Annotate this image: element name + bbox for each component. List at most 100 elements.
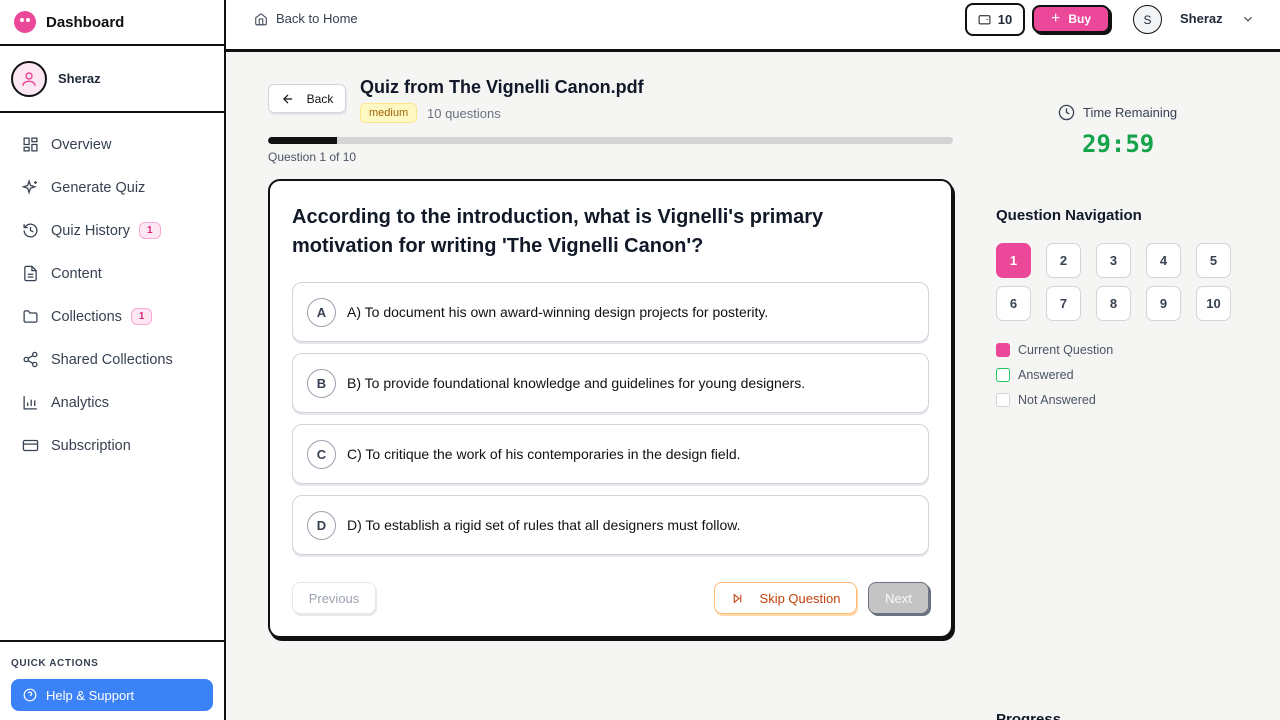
difficulty-badge: medium xyxy=(360,103,418,123)
folder-icon xyxy=(23,310,38,323)
legend-current: Current Question xyxy=(996,337,1113,362)
time-remaining-label: Time Remaining xyxy=(1058,104,1177,121)
sidebar-item-subscription[interactable]: Subscription xyxy=(0,424,224,467)
back-to-home-label: Back to Home xyxy=(276,11,358,26)
option-letter: B xyxy=(307,368,336,398)
help-support-button[interactable]: Help & Support xyxy=(11,679,213,711)
count-badge: 1 xyxy=(138,222,161,239)
sidebar-item-collections[interactable]: Collections 1 xyxy=(0,295,224,338)
question-nav-button-6[interactable]: 6 xyxy=(996,286,1031,321)
sidebar-item-generate-quiz[interactable]: Generate Quiz xyxy=(0,166,224,209)
sidebar-username: Sheraz xyxy=(58,71,101,86)
arrow-left-icon xyxy=(282,94,292,103)
back-label: Back xyxy=(306,91,334,106)
not-answered-swatch xyxy=(996,392,1010,407)
topbar: Back to Home 10 + Buy S Sheraz xyxy=(226,0,1280,52)
quiz-progress-fill xyxy=(268,137,337,144)
option-letter: D xyxy=(307,510,336,540)
credits-button[interactable]: 10 xyxy=(965,3,1025,36)
question-nav-button-5[interactable]: 5 xyxy=(1196,243,1231,278)
question-nav-button-1[interactable]: 1 xyxy=(996,243,1031,278)
sidebar-item-overview[interactable]: Overview xyxy=(0,123,224,166)
sidebar-item-label: Subscription xyxy=(51,437,131,454)
brand[interactable]: Dashboard xyxy=(0,0,224,46)
brand-title: Dashboard xyxy=(46,13,125,31)
buy-label: Buy xyxy=(1068,12,1091,26)
sidebar-item-label: Analytics xyxy=(51,394,110,411)
next-button[interactable]: Next xyxy=(868,582,929,614)
sidebar-item-analytics[interactable]: Analytics xyxy=(0,381,224,424)
document-icon xyxy=(24,265,37,282)
option-text: D) To establish a rigid set of rules tha… xyxy=(347,517,741,533)
sidebar-item-quiz-history[interactable]: Quiz History 1 xyxy=(0,209,224,252)
question-nav-button-7[interactable]: 7 xyxy=(1046,286,1081,321)
count-badge: 1 xyxy=(130,308,153,325)
back-to-home-link[interactable]: Back to Home xyxy=(254,11,358,26)
quiz-progress-bar xyxy=(268,137,953,144)
skip-label: Skip Question xyxy=(759,590,841,606)
option-letter: A xyxy=(307,297,336,327)
top-username[interactable]: Sheraz xyxy=(1180,11,1223,26)
sidebar-item-label: Shared Collections xyxy=(51,351,173,368)
sidebar-item-label: Content xyxy=(51,265,102,282)
logo-icon xyxy=(14,11,36,33)
question-nav-button-2[interactable]: 2 xyxy=(1046,243,1081,278)
legend-answered: Answered xyxy=(996,362,1113,387)
question-nav-button-9[interactable]: 9 xyxy=(1146,286,1181,321)
answer-option-b[interactable]: B B) To provide foundational knowledge a… xyxy=(292,353,929,413)
option-text: B) To provide foundational knowledge and… xyxy=(347,375,806,391)
legend-label: Not Answered xyxy=(1018,392,1096,407)
answer-option-d[interactable]: D D) To establish a rigid set of rules t… xyxy=(292,495,929,555)
chevron-down-icon[interactable] xyxy=(1241,12,1255,26)
question-nav-button-3[interactable]: 3 xyxy=(1096,243,1131,278)
question-navigation-title: Question Navigation xyxy=(996,207,1142,224)
help-circle-icon xyxy=(23,688,37,702)
sidebar-user[interactable]: Sheraz xyxy=(0,46,224,113)
page-title: Quiz from The Vignelli Canon.pdf xyxy=(360,77,644,97)
option-text: A) To document his own award-winning des… xyxy=(347,304,769,320)
avatar[interactable]: S xyxy=(1133,5,1162,34)
question-navigation-grid: 1 2 3 4 5 6 7 8 9 10 xyxy=(996,243,1236,321)
quick-actions-label: QUICK ACTIONS xyxy=(11,658,99,669)
sidebar-nav: Overview Generate Quiz Quiz History 1 Co… xyxy=(0,113,224,467)
home-icon xyxy=(255,12,267,25)
sidebar-item-label: Collections xyxy=(51,308,122,325)
question-text: According to the introduction, what is V… xyxy=(292,206,824,257)
answer-option-c[interactable]: C C) To critique the work of his contemp… xyxy=(292,424,929,484)
sidebar-item-label: Quiz History xyxy=(51,222,130,239)
sidebar-item-content[interactable]: Content xyxy=(0,252,224,295)
question-card: According to the introduction, what is V… xyxy=(268,179,953,638)
option-text: C) To critique the work of his contempor… xyxy=(347,446,741,462)
skip-forward-icon xyxy=(733,593,741,603)
sidebar-item-shared-collections[interactable]: Shared Collections xyxy=(0,338,224,381)
wallet-icon xyxy=(978,15,991,25)
skip-question-button[interactable]: Skip Question xyxy=(714,582,857,614)
share-icon xyxy=(23,351,38,368)
option-letter: C xyxy=(307,439,336,469)
answered-swatch xyxy=(996,367,1010,382)
legend-not-answered: Not Answered xyxy=(996,387,1113,412)
quick-actions: QUICK ACTIONS Help & Support xyxy=(0,640,224,720)
buy-button[interactable]: + Buy xyxy=(1032,5,1110,33)
answer-option-a[interactable]: A A) To document his own award-winning d… xyxy=(292,282,929,342)
current-swatch xyxy=(996,342,1010,357)
countdown-timer: 29:59 xyxy=(1082,130,1155,158)
sidebar-item-label: Generate Quiz xyxy=(51,179,146,196)
question-nav-button-4[interactable]: 4 xyxy=(1146,243,1181,278)
help-support-label: Help & Support xyxy=(46,687,135,703)
question-nav-button-10[interactable]: 10 xyxy=(1196,286,1231,321)
sparkles-icon xyxy=(22,179,37,195)
question-position: Question 1 of 10 xyxy=(268,150,357,164)
sidebar: Dashboard Sheraz Overview Generate Quiz … xyxy=(0,0,226,720)
grid-icon xyxy=(23,137,38,152)
plus-icon: + xyxy=(1050,10,1061,27)
question-nav-button-8[interactable]: 8 xyxy=(1096,286,1131,321)
credits-count: 10 xyxy=(997,12,1013,27)
clock-icon xyxy=(1058,104,1075,121)
user-avatar-icon xyxy=(11,60,47,97)
previous-button[interactable]: Previous xyxy=(292,582,376,614)
bar-chart-icon xyxy=(23,396,37,410)
back-button[interactable]: Back xyxy=(268,84,346,113)
history-icon xyxy=(23,223,38,238)
timer-label-text: Time Remaining xyxy=(1083,105,1178,120)
